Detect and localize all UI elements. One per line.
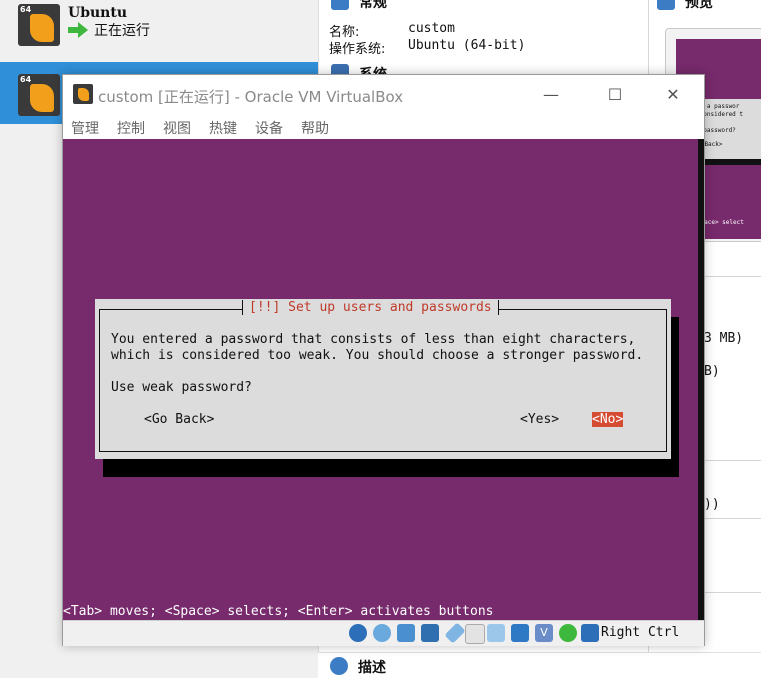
description-title: 描述 [358,660,386,676]
preview-section-title: 预览 [685,0,713,11]
menu-machine[interactable]: 管理 [71,118,99,138]
audio-icon[interactable] [397,624,415,642]
yes-button[interactable]: <Yes> [520,412,559,427]
virtualization-icon[interactable]: V [535,624,553,642]
window-title: custom [正在运行] - Oracle VM VirtualBox [98,88,404,106]
vm-status-bar: V Right Ctrl [63,620,704,646]
menu-control[interactable]: 控制 [117,118,145,138]
optical-drive-icon[interactable] [373,624,391,642]
general-section-title: 常规 [359,0,387,11]
virtualbox-icon [73,84,93,104]
menu-hotkeys[interactable]: 热键 [209,118,237,138]
dialog-message-line: which is considered too weak. You should… [111,348,644,363]
menu-devices[interactable]: 设备 [255,118,283,138]
usb-icon[interactable] [444,622,466,644]
vm-name: Ubuntu [68,5,128,21]
vm-os-icon: 64 [18,74,60,116]
video-capture-icon[interactable] [511,624,529,642]
host-key-label: Right Ctrl [601,625,680,640]
vm-status: 正在运行 [94,23,150,39]
network-icon[interactable] [421,624,439,642]
minimize-button[interactable]: — [528,81,574,109]
network-fragment: )) [704,497,720,512]
memory-fragment: 3 MB) [704,331,744,346]
menu-view[interactable]: 视图 [163,118,191,138]
hard-disk-icon[interactable] [349,624,367,642]
go-back-button[interactable]: <Go Back> [144,412,214,427]
dialog-title: [!!] Set up users and passwords [242,300,499,315]
maximize-button[interactable]: ☐ [592,81,638,109]
menu-help[interactable]: 帮助 [301,118,329,138]
vm-list-item-ubuntu[interactable]: 64 Ubuntu 正在运行 [0,0,318,62]
os-label: 操作系统: [329,42,386,57]
close-button[interactable]: ✕ [650,81,696,109]
name-value: custom [408,21,455,36]
guest-additions-icon[interactable] [559,624,577,642]
preview-section-icon [657,0,675,10]
title-bar[interactable]: custom [正在运行] - Oracle VM VirtualBox — ☐… [63,75,704,115]
display-edge [698,139,704,620]
vm-os-icon: 64 [18,4,60,46]
display-icon[interactable] [487,624,505,642]
menu-bar: 管理 控制 视图 热键 设备 帮助 [63,115,704,139]
installer-help-line: <Tab> moves; <Space> selects; <Enter> ac… [63,604,494,619]
vm-arch-badge: 64 [20,75,32,84]
shared-folders-icon[interactable] [465,624,485,644]
dialog-question: Use weak password? [111,380,252,395]
running-arrow-icon [68,22,88,38]
no-button[interactable]: <No> [592,412,624,427]
dialog-message-line: You entered a password that consists of … [111,332,636,347]
storage-fragment: B) [704,364,720,379]
os-value: Ubuntu (64-bit) [408,38,526,53]
mouse-integration-icon[interactable] [581,624,599,642]
guest-display[interactable]: [!!] Set up users and passwords You ente… [63,139,704,620]
general-section-icon [331,0,349,10]
vm-arch-badge: 64 [20,5,32,14]
description-section: 描述 [318,652,761,679]
vm-window: custom [正在运行] - Oracle VM VirtualBox — ☐… [62,74,705,646]
description-icon [330,657,348,675]
